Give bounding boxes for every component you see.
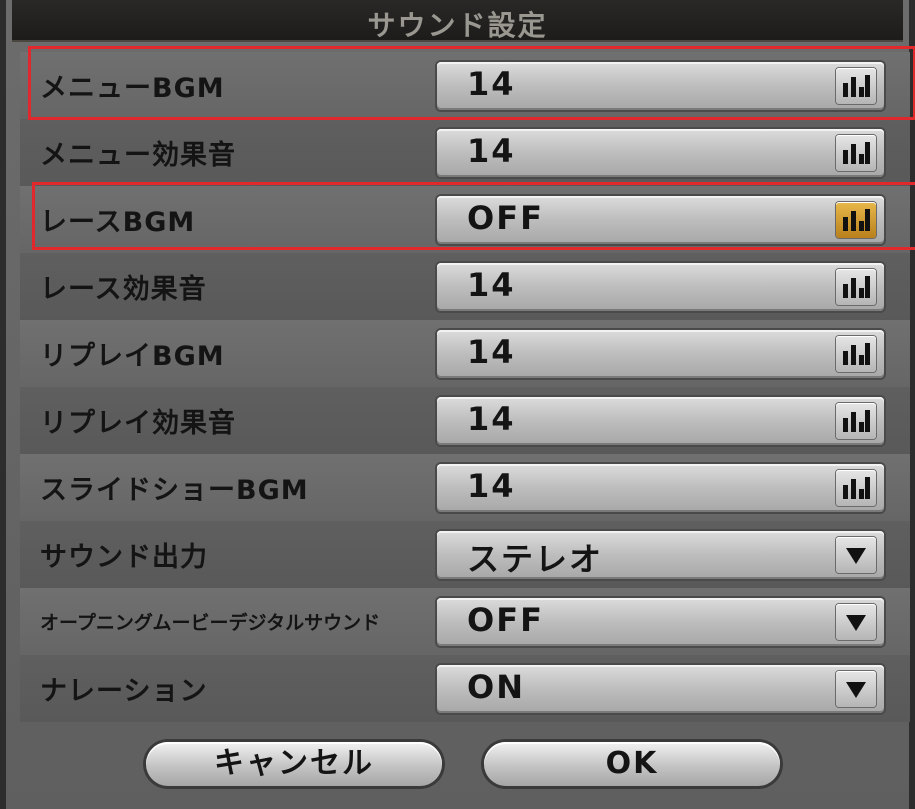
dropdown-arrow-icon[interactable] — [836, 671, 876, 707]
setting-row-sound-output[interactable]: サウンド出力 ステレオ — [20, 521, 910, 588]
level-control[interactable]: 14 — [437, 464, 884, 512]
level-control[interactable]: 14 — [437, 263, 884, 311]
level-control[interactable]: 14 — [437, 330, 884, 378]
ok-button[interactable]: OK — [484, 742, 780, 786]
dialog-title-bar: サウンド設定 — [12, 0, 903, 42]
setting-row-replay-bgm[interactable]: リプレイBGM 14 — [20, 320, 910, 387]
setting-value: 14 — [467, 333, 516, 371]
volume-bars-icon[interactable] — [836, 336, 876, 372]
setting-label: オープニングムービーデジタルサウンド — [40, 612, 381, 634]
volume-bars-icon[interactable] — [836, 403, 876, 439]
dropdown-arrow-icon[interactable] — [836, 604, 876, 640]
dropdown-control[interactable]: ステレオ — [437, 531, 884, 579]
dropdown-control[interactable]: OFF — [437, 598, 884, 646]
setting-value: 14 — [467, 132, 516, 170]
setting-value: 14 — [467, 467, 516, 505]
volume-bars-icon[interactable] — [836, 269, 876, 305]
dropdown-control[interactable]: ON — [437, 665, 884, 713]
level-control[interactable]: 14 — [437, 397, 884, 445]
level-control[interactable]: 14 — [437, 129, 884, 177]
setting-label: スライドショーBGM — [40, 475, 309, 506]
highlight-box-menu-bgm — [28, 46, 915, 120]
setting-value: ステレオ — [467, 540, 604, 578]
setting-label: メニュー効果音 — [40, 140, 236, 171]
setting-row-slideshow-bgm[interactable]: スライドショーBGM 14 — [20, 454, 910, 521]
cancel-button[interactable]: キャンセル — [146, 742, 442, 786]
setting-row-opening-movie-sound[interactable]: オープニングムービーデジタルサウンド OFF — [20, 588, 910, 655]
volume-bars-icon[interactable] — [836, 470, 876, 506]
volume-bars-icon[interactable] — [836, 135, 876, 171]
dialog-title: サウンド設定 — [367, 9, 548, 42]
dropdown-arrow-icon[interactable] — [836, 537, 876, 573]
setting-value: ON — [467, 668, 525, 706]
setting-row-narration[interactable]: ナレーション ON — [20, 655, 910, 722]
setting-value: 14 — [467, 400, 516, 438]
setting-value: 14 — [467, 266, 516, 304]
setting-label: レース効果音 — [40, 274, 207, 305]
setting-label: リプレイ効果音 — [40, 408, 236, 439]
setting-value: OFF — [467, 601, 544, 639]
setting-row-menu-se[interactable]: メニュー効果音 14 — [20, 119, 910, 186]
sound-settings-dialog: サウンド設定 メニューBGM 14 メニュー効果音 14 レースBGM OFF — [0, 0, 915, 809]
setting-row-replay-se[interactable]: リプレイ効果音 14 — [20, 387, 910, 454]
setting-label: ナレーション — [40, 676, 208, 707]
setting-row-race-se[interactable]: レース効果音 14 — [20, 253, 910, 320]
highlight-box-race-bgm — [32, 182, 915, 250]
setting-label: サウンド出力 — [40, 542, 208, 573]
setting-label: リプレイBGM — [40, 341, 225, 372]
